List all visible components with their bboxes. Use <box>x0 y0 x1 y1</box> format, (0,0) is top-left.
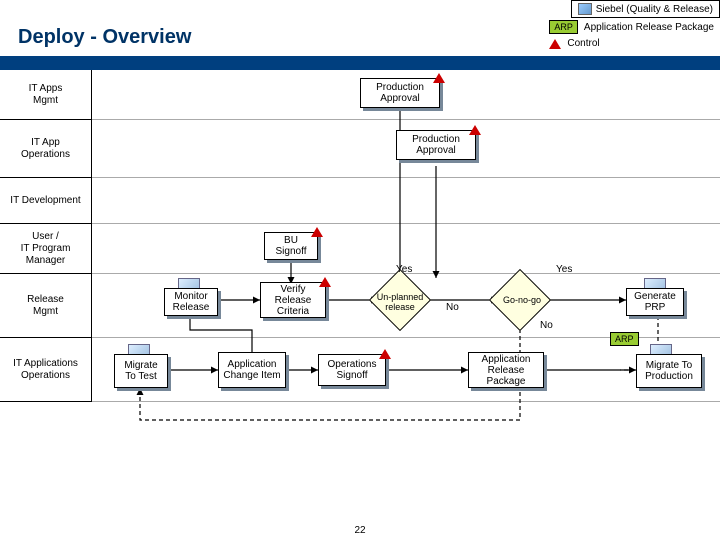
suite-label: Siebel (Quality & Release) <box>596 4 713 15</box>
legend-control-label: Control <box>567 38 599 49</box>
legend-control-icon <box>549 39 561 49</box>
node-production-approval-2: Production Approval <box>396 130 476 160</box>
lane-it-applications-operations: IT Applications Operations <box>0 338 91 402</box>
node-verify-release-criteria: Verify Release Criteria <box>260 282 326 318</box>
legend-arp-label: Application Release Package <box>584 22 714 33</box>
page-number: 22 <box>0 525 720 536</box>
lane-user-program-manager: User / IT Program Manager <box>0 224 91 274</box>
node-operations-signoff: Operations Signoff <box>318 354 386 386</box>
node-monitor-release: Monitor Release <box>164 288 218 316</box>
lane-it-app-operations: IT App Operations <box>0 120 91 178</box>
header-divider <box>0 56 720 70</box>
edge-label-arp: ARP <box>610 332 639 346</box>
lane-release-mgmt: Release Mgmt <box>0 274 91 338</box>
edge-label-no-1: No <box>446 302 459 313</box>
edge-label-yes-1: Yes <box>396 264 412 275</box>
lane-it-apps-mgmt: IT Apps Mgmt <box>0 70 91 120</box>
node-migrate-to-production: Migrate To Production <box>636 354 702 388</box>
decision-go-no-go-label: Go-no-go <box>492 295 552 305</box>
swimlane-headers: IT Apps Mgmt IT App Operations IT Develo… <box>0 70 92 402</box>
node-application-change-item: Application Change Item <box>218 352 286 388</box>
lane-it-development: IT Development <box>0 178 91 224</box>
edge-label-no-2: No <box>540 320 553 331</box>
node-application-release-package: Application Release Package <box>468 352 544 388</box>
page-title: Deploy - Overview <box>18 26 191 49</box>
decision-unplanned-release-label: Un-planned release <box>370 292 430 312</box>
legend: ARP Application Release Package Control <box>549 20 714 53</box>
suite-bar: Siebel (Quality & Release) <box>571 0 720 18</box>
swim-row-3 <box>92 178 720 224</box>
edge-label-yes-2: Yes <box>556 264 572 275</box>
node-generate-prp: Generate PRP <box>626 288 684 316</box>
swim-row-6 <box>92 338 720 402</box>
legend-arp-chip: ARP <box>549 20 578 34</box>
node-bu-signoff: BU Signoff <box>264 232 318 260</box>
node-production-approval-1: Production Approval <box>360 78 440 108</box>
node-migrate-to-test: Migrate To Test <box>114 354 168 388</box>
app-icon <box>578 3 592 15</box>
